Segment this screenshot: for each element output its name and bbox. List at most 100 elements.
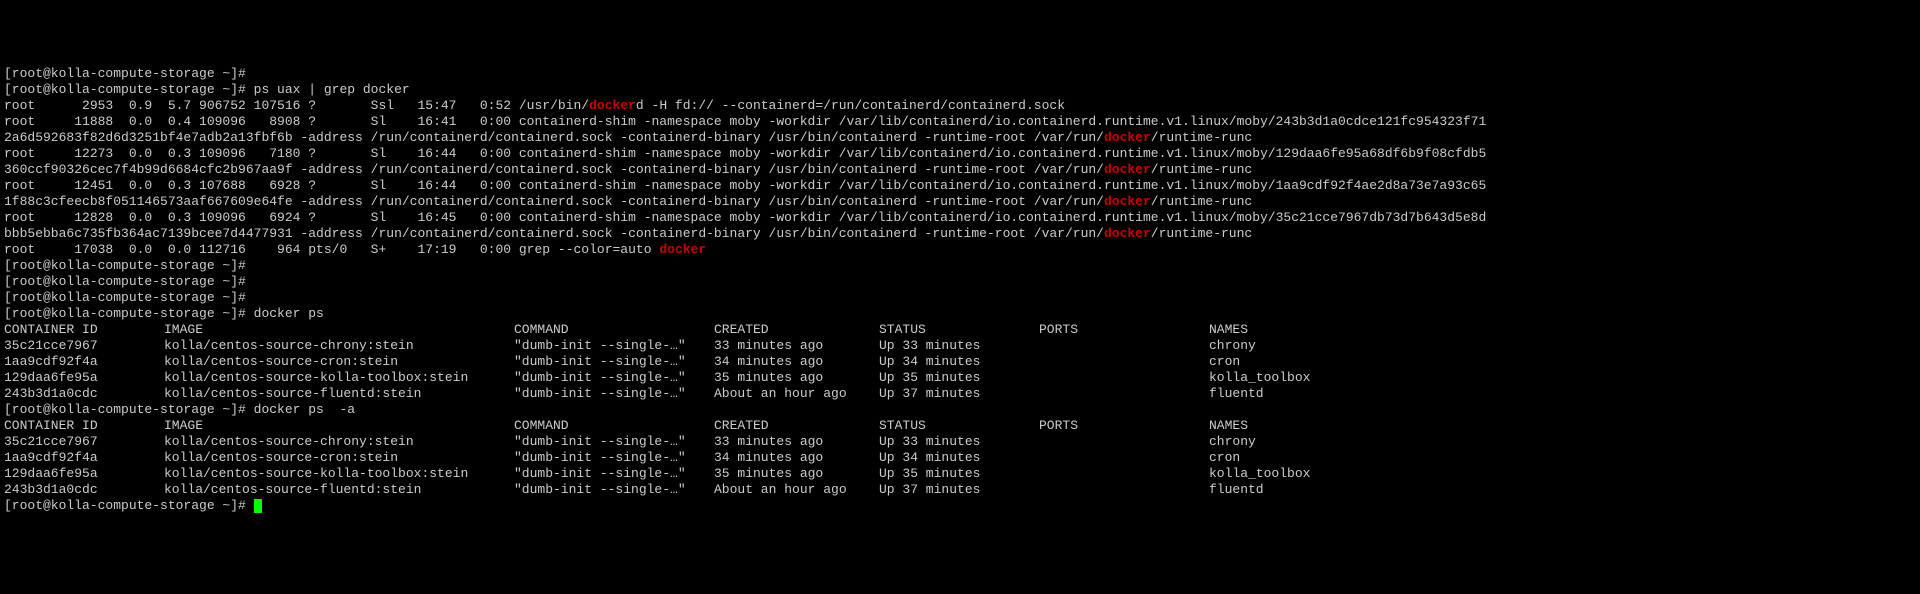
- docker-row: 35c21cce7967kolla/centos-source-chrony:s…: [4, 338, 1916, 354]
- col-command: COMMAND: [514, 418, 714, 434]
- ps-row-continuation: 360ccf90326cec7f4b99d6684cfc2b967aa9f -a…: [4, 162, 1916, 178]
- docker-row: 35c21cce7967kolla/centos-source-chrony:s…: [4, 434, 1916, 450]
- ps-row: root 2953 0.9 5.7 906752 107516 ? Ssl 15…: [4, 98, 1916, 114]
- prompt-line: [root@kolla-compute-storage ~]#: [4, 66, 1916, 82]
- cell-names: kolla_toolbox: [1209, 370, 1310, 386]
- cell-container-id: 243b3d1a0cdc: [4, 386, 164, 402]
- col-names: NAMES: [1209, 322, 1248, 338]
- cell-image: kolla/centos-source-kolla-toolbox:stein: [164, 370, 514, 386]
- ps-row: root 11888 0.0 0.4 109096 8908 ? Sl 16:4…: [4, 114, 1916, 130]
- ps-row-continuation: bbb5ebba6c735fb364ac7139bcee7d4477931 -a…: [4, 226, 1916, 242]
- cell-command: "dumb-init --single-…": [514, 434, 714, 450]
- col-status: STATUS: [879, 418, 1039, 434]
- cell-command: "dumb-init --single-…": [514, 338, 714, 354]
- cell-status: Up 34 minutes: [879, 450, 1039, 466]
- cell-status: Up 33 minutes: [879, 338, 1039, 354]
- cell-names: cron: [1209, 450, 1240, 466]
- ps-row: root 17038 0.0 0.0 112716 964 pts/0 S+ 1…: [4, 242, 1916, 258]
- cell-created: 33 minutes ago: [714, 338, 879, 354]
- cell-image: kolla/centos-source-chrony:stein: [164, 338, 514, 354]
- docker-row: 243b3d1a0cdckolla/centos-source-fluentd:…: [4, 386, 1916, 402]
- ps-row: root 12451 0.0 0.3 107688 6928 ? Sl 16:4…: [4, 178, 1916, 194]
- ps-row: root 12828 0.0 0.3 109096 6924 ? Sl 16:4…: [4, 210, 1916, 226]
- match-highlight: docker: [659, 242, 706, 257]
- col-ports: PORTS: [1039, 418, 1209, 434]
- prompt-line: [root@kolla-compute-storage ~]# docker p…: [4, 402, 1916, 418]
- cell-created: About an hour ago: [714, 386, 879, 402]
- cell-container-id: 1aa9cdf92f4a: [4, 354, 164, 370]
- command-text: docker ps -a: [254, 402, 355, 417]
- cell-names: cron: [1209, 354, 1240, 370]
- col-container-id: CONTAINER ID: [4, 418, 164, 434]
- prompt-line: [root@kolla-compute-storage ~]#: [4, 274, 1916, 290]
- cell-container-id: 129daa6fe95a: [4, 370, 164, 386]
- cell-command: "dumb-init --single-…": [514, 466, 714, 482]
- docker-row: 243b3d1a0cdckolla/centos-source-fluentd:…: [4, 482, 1916, 498]
- match-highlight: docker: [589, 98, 636, 113]
- prompt-line: [root@kolla-compute-storage ~]# ps uax |…: [4, 82, 1916, 98]
- cell-status: Up 37 minutes: [879, 386, 1039, 402]
- docker-row: 1aa9cdf92f4akolla/centos-source-cron:ste…: [4, 450, 1916, 466]
- cell-names: fluentd: [1209, 386, 1264, 402]
- col-ports: PORTS: [1039, 322, 1209, 338]
- cell-container-id: 35c21cce7967: [4, 434, 164, 450]
- col-created: CREATED: [714, 418, 879, 434]
- cell-names: kolla_toolbox: [1209, 466, 1310, 482]
- cell-image: kolla/centos-source-kolla-toolbox:stein: [164, 466, 514, 482]
- cell-names: fluentd: [1209, 482, 1264, 498]
- terminal-output[interactable]: [root@kolla-compute-storage ~]#[root@kol…: [4, 66, 1916, 514]
- cell-status: Up 35 minutes: [879, 466, 1039, 482]
- cell-status: Up 35 minutes: [879, 370, 1039, 386]
- cell-container-id: 35c21cce7967: [4, 338, 164, 354]
- ps-row-continuation: 1f88c3cfeecb8f051146573aaf667609e64fe -a…: [4, 194, 1916, 210]
- cell-created: 35 minutes ago: [714, 370, 879, 386]
- prompt-line: [root@kolla-compute-storage ~]#: [4, 258, 1916, 274]
- cell-command: "dumb-init --single-…": [514, 354, 714, 370]
- cell-names: chrony: [1209, 434, 1256, 450]
- docker-header: CONTAINER IDIMAGECOMMANDCREATEDSTATUSPOR…: [4, 322, 1916, 338]
- cell-created: 35 minutes ago: [714, 466, 879, 482]
- cell-container-id: 1aa9cdf92f4a: [4, 450, 164, 466]
- cell-image: kolla/centos-source-fluentd:stein: [164, 386, 514, 402]
- cell-created: 33 minutes ago: [714, 434, 879, 450]
- ps-row-continuation: 2a6d592683f82d6d3251bf4e7adb2a13fbf6b -a…: [4, 130, 1916, 146]
- col-names: NAMES: [1209, 418, 1248, 434]
- match-highlight: docker: [1104, 162, 1151, 177]
- col-image: IMAGE: [164, 418, 514, 434]
- cell-command: "dumb-init --single-…": [514, 482, 714, 498]
- cell-container-id: 129daa6fe95a: [4, 466, 164, 482]
- prompt-line: [root@kolla-compute-storage ~]#: [4, 498, 1916, 514]
- docker-row: 129daa6fe95akolla/centos-source-kolla-to…: [4, 370, 1916, 386]
- cell-command: "dumb-init --single-…": [514, 370, 714, 386]
- col-image: IMAGE: [164, 322, 514, 338]
- cell-command: "dumb-init --single-…": [514, 450, 714, 466]
- col-created: CREATED: [714, 322, 879, 338]
- cell-created: 34 minutes ago: [714, 450, 879, 466]
- ps-row: root 12273 0.0 0.3 109096 7180 ? Sl 16:4…: [4, 146, 1916, 162]
- cell-status: Up 33 minutes: [879, 434, 1039, 450]
- cell-image: kolla/centos-source-cron:stein: [164, 450, 514, 466]
- col-status: STATUS: [879, 322, 1039, 338]
- cell-command: "dumb-init --single-…": [514, 386, 714, 402]
- col-command: COMMAND: [514, 322, 714, 338]
- match-highlight: docker: [1104, 130, 1151, 145]
- command-text: docker ps: [254, 306, 324, 321]
- cell-image: kolla/centos-source-chrony:stein: [164, 434, 514, 450]
- cell-names: chrony: [1209, 338, 1256, 354]
- prompt-line: [root@kolla-compute-storage ~]# docker p…: [4, 306, 1916, 322]
- cell-created: About an hour ago: [714, 482, 879, 498]
- cell-image: kolla/centos-source-cron:stein: [164, 354, 514, 370]
- cell-status: Up 37 minutes: [879, 482, 1039, 498]
- cell-created: 34 minutes ago: [714, 354, 879, 370]
- match-highlight: docker: [1104, 194, 1151, 209]
- col-container-id: CONTAINER ID: [4, 322, 164, 338]
- cell-status: Up 34 minutes: [879, 354, 1039, 370]
- docker-row: 1aa9cdf92f4akolla/centos-source-cron:ste…: [4, 354, 1916, 370]
- match-highlight: docker: [1104, 226, 1151, 241]
- docker-header: CONTAINER IDIMAGECOMMANDCREATEDSTATUSPOR…: [4, 418, 1916, 434]
- prompt-line: [root@kolla-compute-storage ~]#: [4, 290, 1916, 306]
- docker-row: 129daa6fe95akolla/centos-source-kolla-to…: [4, 466, 1916, 482]
- command-text: ps uax | grep docker: [254, 82, 410, 97]
- cursor: [254, 499, 262, 513]
- cell-image: kolla/centos-source-fluentd:stein: [164, 482, 514, 498]
